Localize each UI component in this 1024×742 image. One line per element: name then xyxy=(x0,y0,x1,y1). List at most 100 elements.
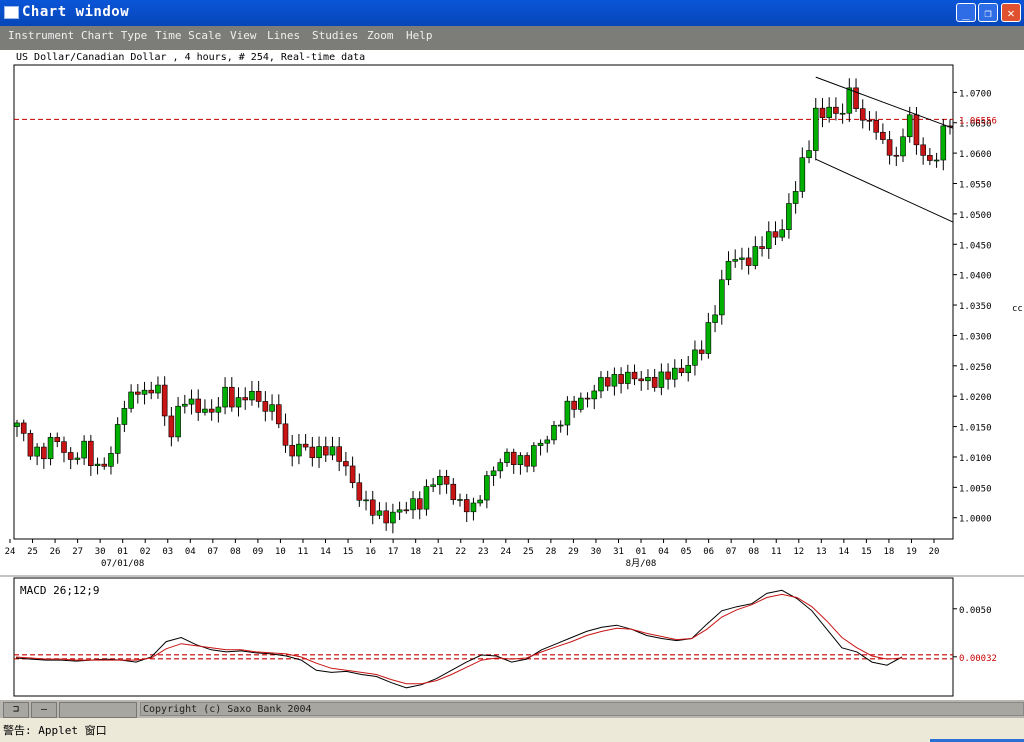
x-tick-label: 07 xyxy=(726,547,737,557)
macd-y-tick-label: 0.00032 xyxy=(959,654,997,664)
candle-body xyxy=(343,461,349,467)
x-tick-label: 17 xyxy=(388,547,399,557)
candle-body xyxy=(671,367,678,380)
candle-body xyxy=(282,423,289,446)
current-price-label: 1.06556 xyxy=(959,116,997,126)
candle-body xyxy=(376,510,383,516)
candle-body xyxy=(47,437,54,460)
candle-body xyxy=(799,157,806,192)
minimize-button[interactable]: _ xyxy=(956,3,976,22)
title-bar: Chart window _ ❐ ✕ xyxy=(0,0,1024,26)
candle-body xyxy=(806,150,812,159)
candle-body xyxy=(658,371,665,388)
candle-body xyxy=(927,155,933,161)
candle-body xyxy=(792,191,799,204)
candle-body xyxy=(906,114,913,138)
y-tick-label: 1.0150 xyxy=(959,424,992,434)
menu-instrument[interactable]: Instrument xyxy=(8,29,74,42)
menu-studies[interactable]: Studies xyxy=(312,29,358,42)
candle-body xyxy=(920,144,926,156)
candle-body xyxy=(336,446,342,462)
candle-body xyxy=(302,443,309,448)
menu-view[interactable]: View xyxy=(230,29,257,42)
candle-body xyxy=(363,499,369,502)
candle-body xyxy=(81,440,87,459)
x-tick-label: 22 xyxy=(455,547,466,557)
candle-body xyxy=(604,377,611,387)
candle-body xyxy=(14,422,20,427)
price-chart[interactable]: cc 1.07001.06501.06001.05501.05001.04501… xyxy=(0,50,1024,575)
candle-body xyxy=(591,390,598,400)
candle-body xyxy=(913,114,920,146)
candle-body xyxy=(155,384,161,394)
candle-body xyxy=(34,446,40,457)
candle-body xyxy=(571,400,577,410)
candle-body xyxy=(759,246,765,249)
candle-body xyxy=(745,257,752,266)
x-tick-label: 05 xyxy=(681,547,692,557)
candle-body xyxy=(504,451,510,463)
menu-help[interactable]: Help xyxy=(406,29,433,42)
candle-body xyxy=(74,457,81,460)
y-tick-label: 1.0000 xyxy=(959,515,992,525)
y-tick-label: 1.0500 xyxy=(959,211,992,221)
x-tick-label: 25 xyxy=(27,547,38,557)
candle-body xyxy=(262,401,269,412)
candle-body xyxy=(41,446,47,460)
candle-body xyxy=(416,498,423,510)
x-tick-label: 02 xyxy=(140,547,151,557)
x-tick-label: 04 xyxy=(185,547,196,557)
y-tick-label: 1.0350 xyxy=(959,302,992,312)
candle-body xyxy=(886,139,893,156)
status-bar: ⊐ — Copyright (c) Saxo Bank 2004 xyxy=(0,700,1024,718)
menu-time-scale[interactable]: Time Scale xyxy=(155,29,221,42)
candle-body xyxy=(638,378,645,382)
menu-lines[interactable]: Lines xyxy=(267,29,300,42)
candle-body xyxy=(369,499,376,516)
candle-body xyxy=(94,463,101,466)
candle-body xyxy=(524,455,530,467)
x-tick-label: 12 xyxy=(793,547,804,557)
candle-body xyxy=(235,397,242,408)
candle-body xyxy=(423,486,430,510)
candle-body xyxy=(101,463,108,467)
candle-body xyxy=(242,397,249,401)
candle-body xyxy=(322,446,329,456)
x-tick-label: 13 xyxy=(816,547,827,557)
maximize-button[interactable]: ❐ xyxy=(978,3,998,22)
candle-body xyxy=(215,406,222,413)
candle-body xyxy=(839,112,846,115)
candle-body xyxy=(470,502,477,513)
macd-chart[interactable]: MACD 26;12;9 0.0050 0.00032 xyxy=(0,575,1024,700)
candle-body xyxy=(531,445,537,467)
candle-body xyxy=(765,231,772,249)
x-tick-label: 23 xyxy=(478,547,489,557)
y-tick-label: 1.0300 xyxy=(959,332,992,342)
y-tick-label: 1.0400 xyxy=(959,272,992,282)
tool-button-1[interactable]: ⊐ xyxy=(3,702,29,718)
candle-body xyxy=(168,415,175,438)
candle-body xyxy=(833,106,839,114)
candle-body xyxy=(148,389,155,394)
x-tick-label: 27 xyxy=(72,547,83,557)
candle-body xyxy=(255,390,262,402)
candle-body xyxy=(54,437,61,442)
y-tick-label: 1.0250 xyxy=(959,363,992,373)
candle-body xyxy=(208,408,215,413)
close-button[interactable]: ✕ xyxy=(1001,3,1021,22)
tool-button-2[interactable]: — xyxy=(31,702,57,718)
candle-body xyxy=(826,106,832,118)
candle-body xyxy=(108,453,114,467)
candle-body xyxy=(940,125,947,161)
menu-zoom[interactable]: Zoom xyxy=(367,29,394,42)
candle-body xyxy=(349,465,356,484)
menu-chart-type[interactable]: Chart Type xyxy=(81,29,147,42)
y-tick-label: 1.0050 xyxy=(959,484,992,494)
x-tick-label: 04 xyxy=(658,547,669,557)
candle-body xyxy=(611,374,618,387)
candle-body xyxy=(182,403,188,407)
candle-body xyxy=(383,510,389,524)
candle-body xyxy=(410,498,416,511)
macd-title: MACD 26;12;9 xyxy=(20,584,99,597)
x-tick-label: 11 xyxy=(298,547,309,557)
